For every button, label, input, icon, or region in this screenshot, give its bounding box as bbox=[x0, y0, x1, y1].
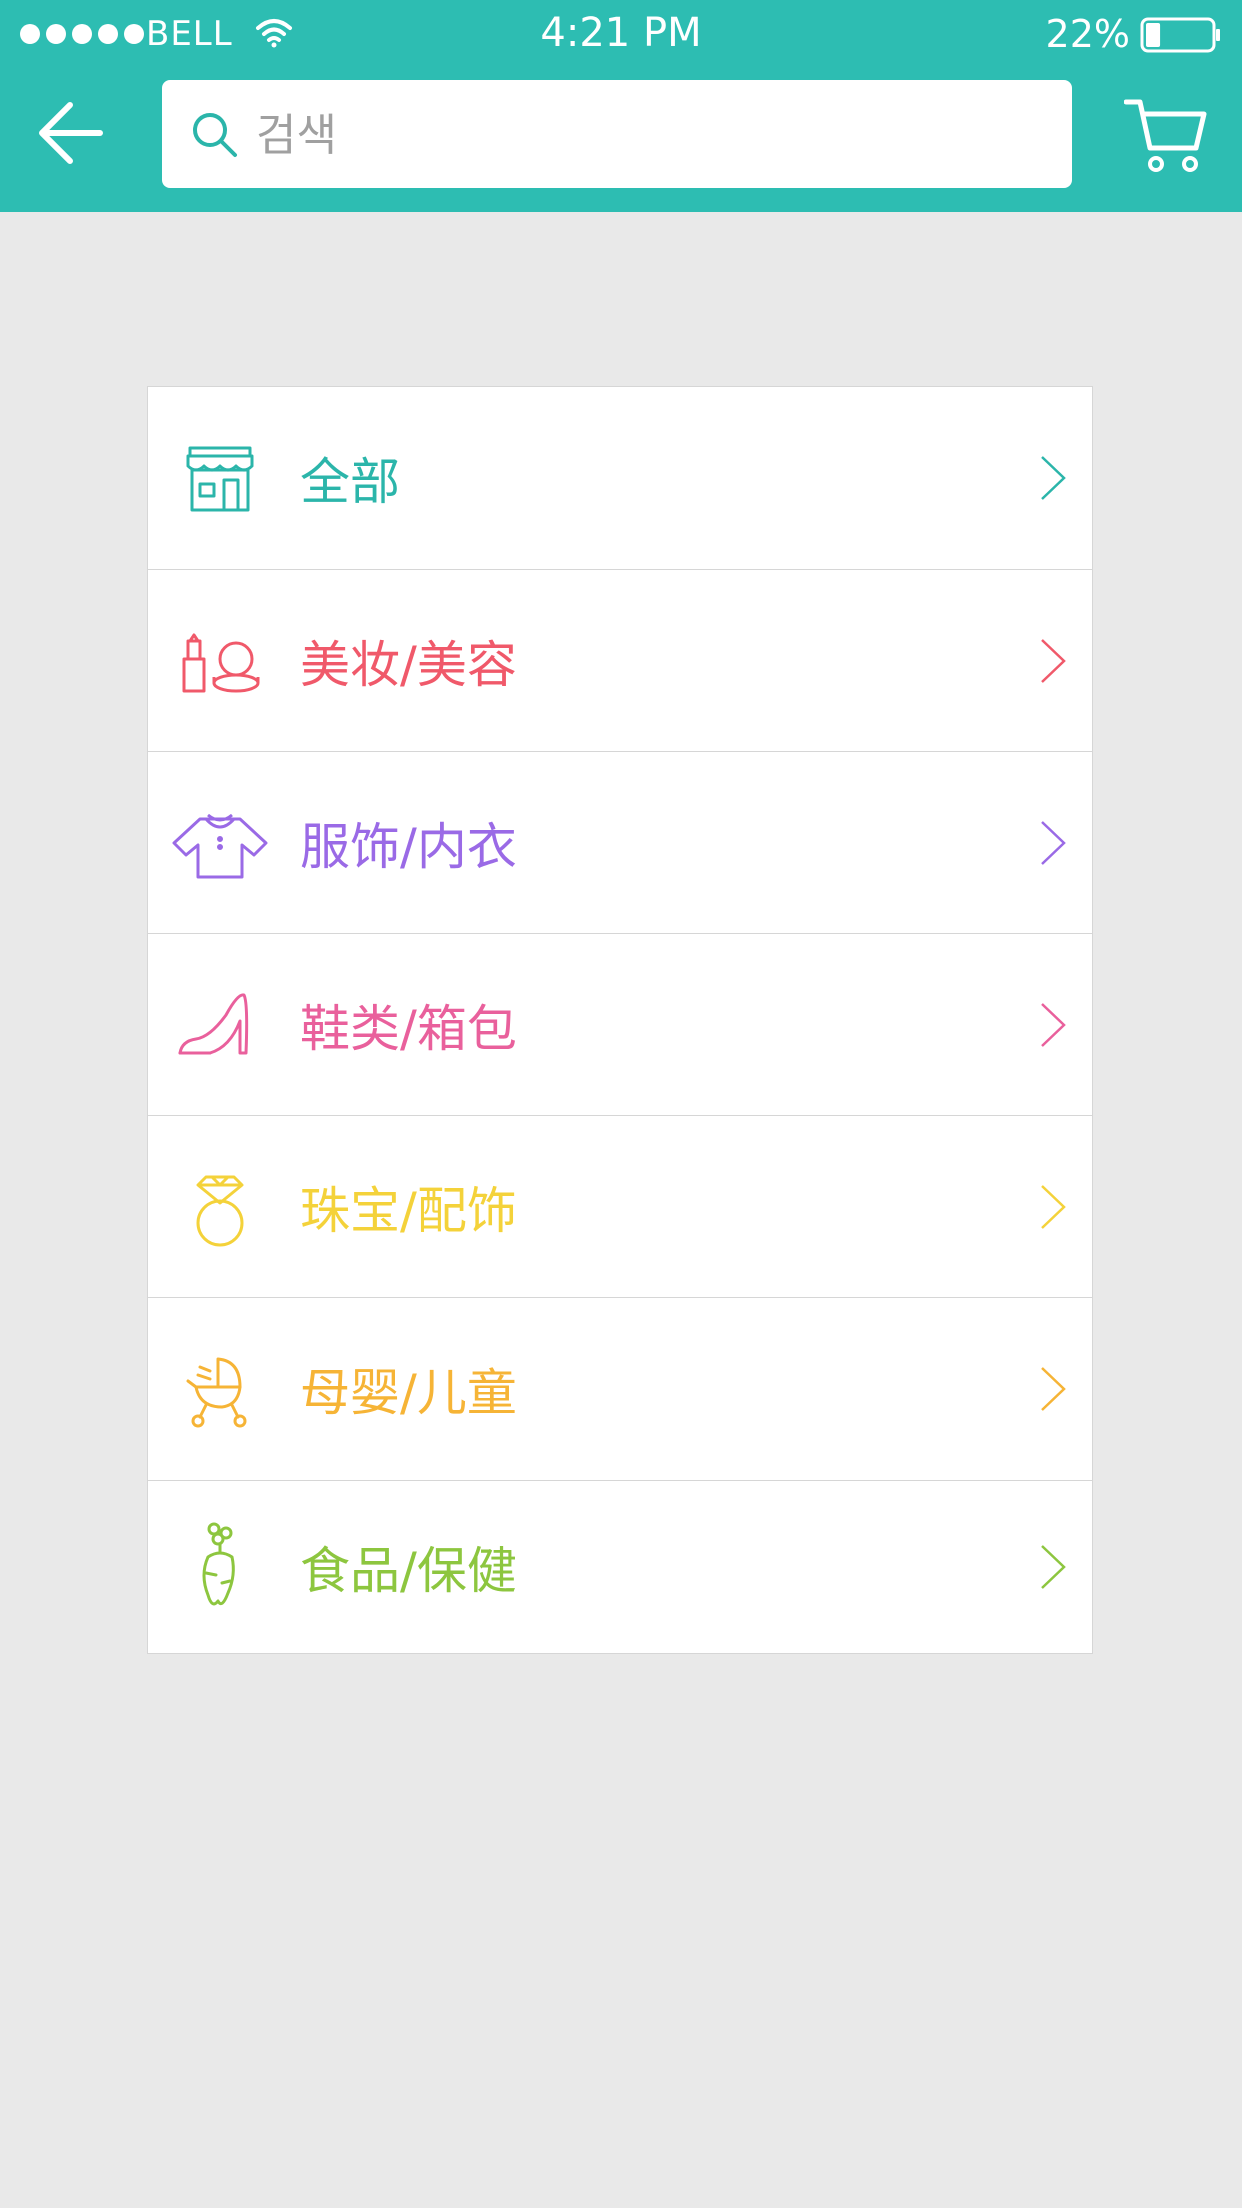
category-label: 珠宝/配饰 bbox=[300, 1181, 517, 1240]
chevron-right-icon bbox=[1041, 638, 1066, 683]
category-row-food-health[interactable]: 食品/保健 bbox=[148, 1481, 1092, 1653]
category-row-shoes-bags[interactable]: 鞋类/箱包 bbox=[148, 934, 1092, 1116]
chevron-right-icon bbox=[1041, 456, 1066, 500]
category-label: 食品/保健 bbox=[300, 1542, 517, 1600]
category-label: 全部 bbox=[300, 453, 400, 511]
chevron-right-icon bbox=[1041, 1367, 1066, 1411]
top-bar: BELL 4:21 PM 22% bbox=[0, 0, 1242, 212]
category-row-baby-kids[interactable]: 母婴/儿童 bbox=[148, 1298, 1092, 1481]
category-label: 服饰/内衣 bbox=[300, 817, 517, 876]
category-list: 全部 美妆/美容 服饰/内衣 鞋类/箱包 珠宝/配饰 母婴/儿童 食品/保健 bbox=[147, 386, 1093, 1654]
chevron-right-icon bbox=[1041, 1545, 1066, 1589]
category-label: 美妆/美容 bbox=[300, 635, 517, 694]
back-arrow-icon[interactable] bbox=[38, 98, 108, 168]
storefront-icon bbox=[186, 446, 254, 512]
category-label: 母婴/儿童 bbox=[300, 1364, 517, 1422]
chevron-right-icon bbox=[1041, 1002, 1066, 1047]
high-heel-icon bbox=[178, 992, 249, 1054]
category-row-all[interactable]: 全部 bbox=[148, 387, 1092, 570]
shirt-icon bbox=[172, 813, 268, 878]
search-input[interactable] bbox=[254, 102, 1038, 168]
category-label: 鞋类/箱包 bbox=[300, 999, 517, 1058]
search-icon bbox=[193, 113, 237, 157]
battery-icon bbox=[1140, 17, 1220, 53]
search-bar[interactable] bbox=[162, 80, 1072, 188]
category-row-beauty[interactable]: 美妆/美容 bbox=[148, 570, 1092, 752]
shopping-cart-icon[interactable] bbox=[1124, 96, 1208, 176]
chevron-right-icon bbox=[1041, 1184, 1066, 1229]
chevron-right-icon bbox=[1041, 820, 1066, 865]
category-row-clothing[interactable]: 服饰/内衣 bbox=[148, 752, 1092, 934]
status-bar: BELL 4:21 PM 22% bbox=[0, 0, 1242, 70]
baby-stroller-icon bbox=[186, 1357, 247, 1428]
category-row-jewelry[interactable]: 珠宝/配饰 bbox=[148, 1116, 1092, 1298]
battery-percentage: 22% bbox=[1045, 12, 1130, 56]
lipstick-compact-icon bbox=[182, 633, 260, 692]
carrot-icon bbox=[202, 1522, 235, 1606]
diamond-ring-icon bbox=[196, 1175, 244, 1246]
